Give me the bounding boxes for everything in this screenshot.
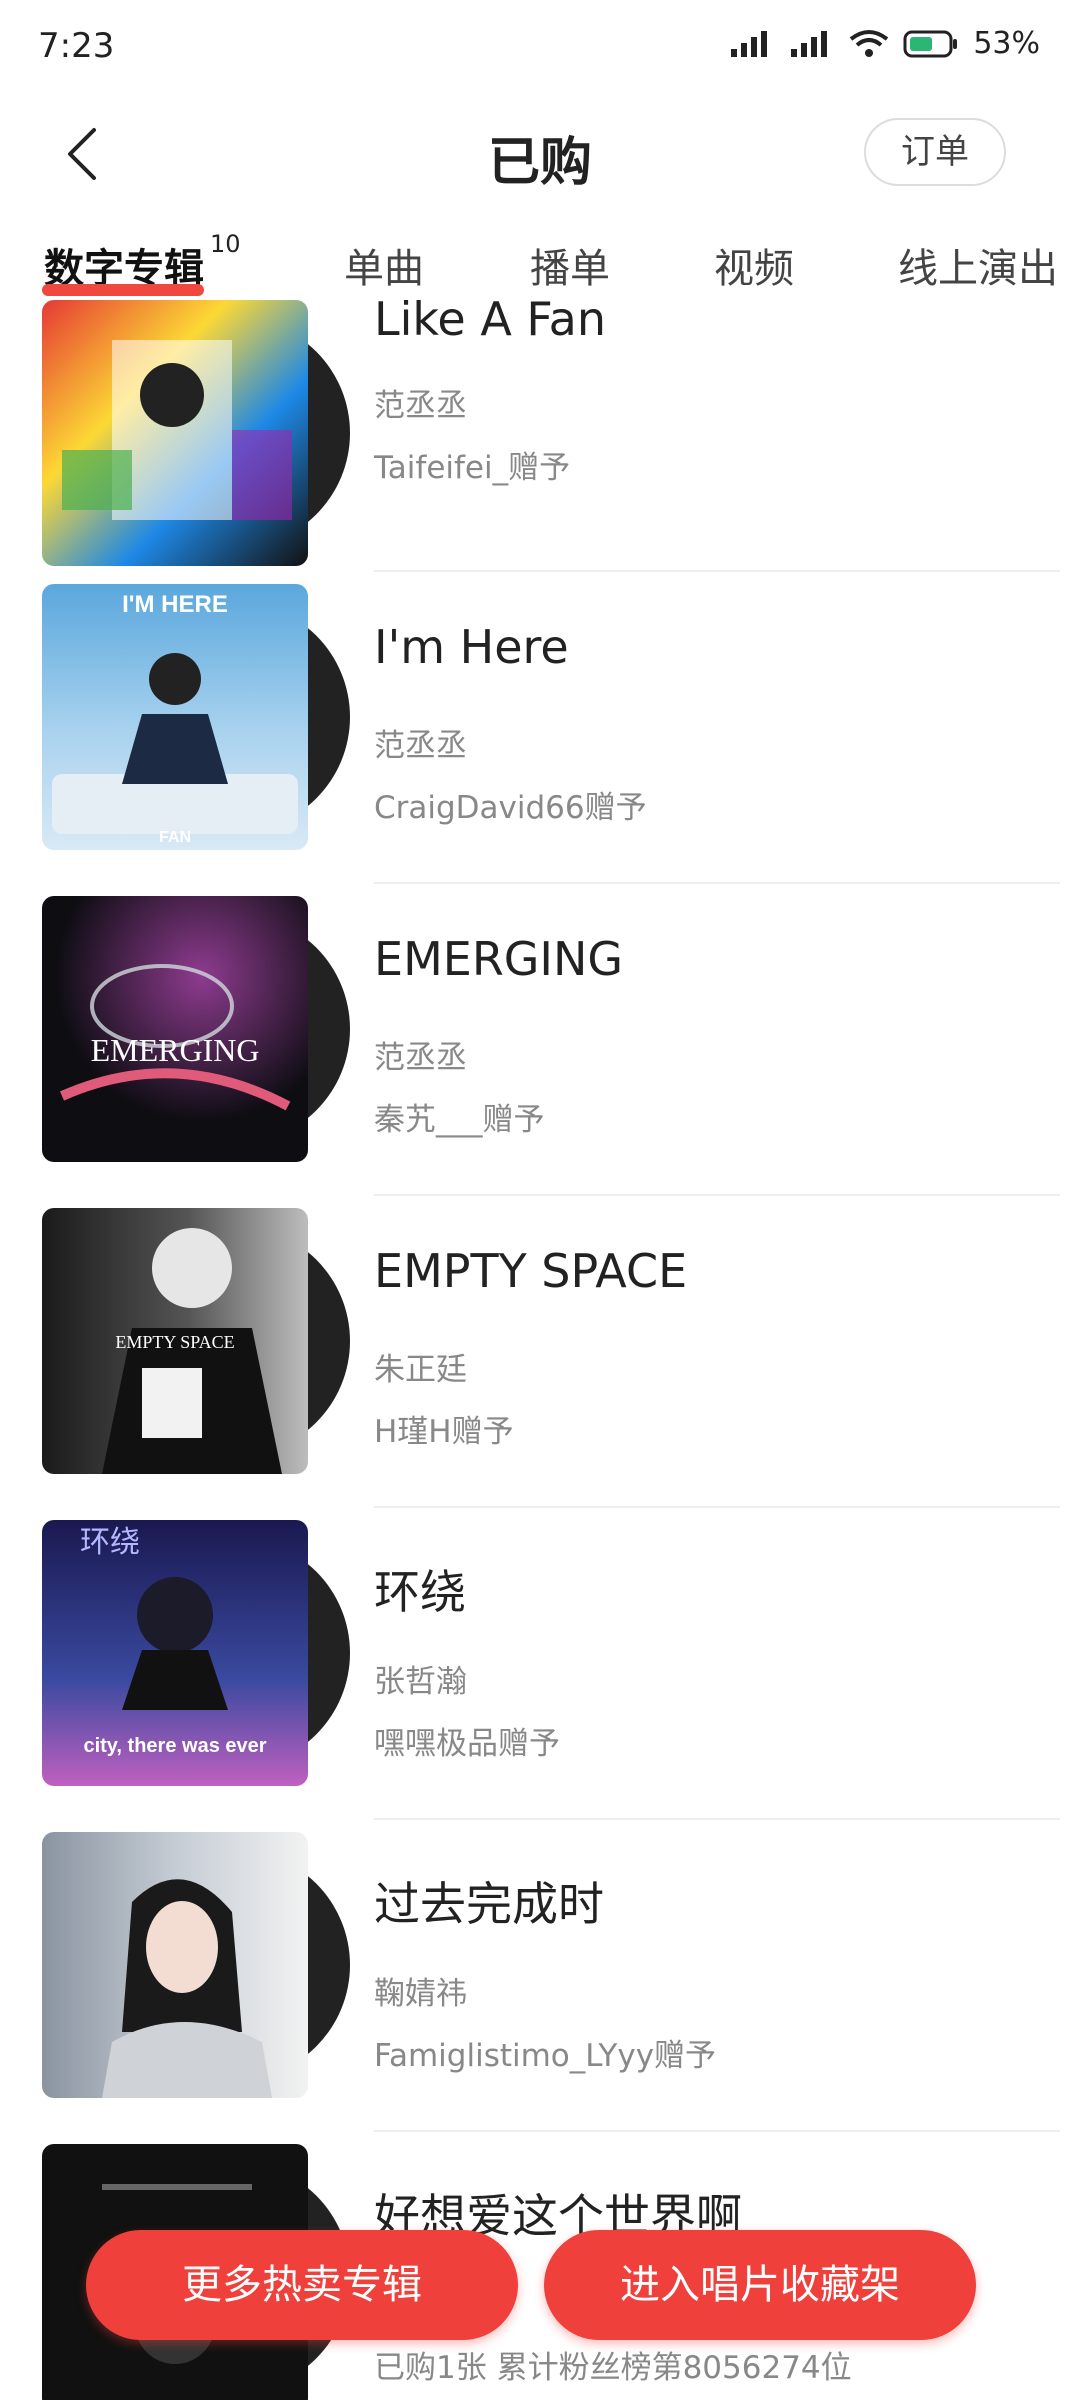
album-cover — [42, 1832, 308, 2098]
battery-percent: 53% — [973, 26, 1040, 61]
list-item[interactable]: EMPTY SPACE EMPTY SPACE 朱正廷 H瑾H赠予 — [0, 1208, 1080, 1518]
cover-text-bottom: city, there was ever — [83, 1735, 266, 1757]
cover-art: I'M HERE FAN — [52, 591, 298, 846]
album-cover: I'M HERE FAN — [42, 584, 308, 850]
gift-info: 秦艽___赠予 — [374, 1102, 545, 1138]
gift-info: 嘿嘿极品赠予 — [374, 1726, 560, 1762]
gift-info: Taifeifei_赠予 — [374, 450, 571, 486]
gift-info: CraigDavid66赠予 — [374, 790, 647, 826]
tab-videos[interactable]: 视频 — [714, 236, 794, 294]
album-artist: 范丞丞 — [374, 1040, 467, 1076]
cover-text-top: 环绕 — [80, 1525, 140, 1560]
active-tab-underline — [42, 284, 204, 296]
album-artist: 范丞丞 — [374, 728, 467, 764]
status-bar: 7:23 53% — [0, 0, 1080, 96]
list-item[interactable]: Like A Fan 范丞丞 Taifeifei_赠予 — [0, 300, 1080, 580]
tab-badge: 10 — [210, 230, 241, 258]
tab-singles[interactable]: 单曲 — [344, 236, 424, 294]
list-item[interactable]: I'M HERE FAN I'm Here 范丞丞 CraigDavid66赠予 — [0, 584, 1080, 894]
tab-playlists[interactable]: 播单 — [530, 236, 610, 294]
album-cover: 环绕 city, there was ever — [42, 1520, 308, 1786]
album-title: EMERGING — [374, 932, 624, 986]
album-title: 环绕 — [374, 1565, 466, 1619]
enter-record-shelf-button[interactable]: 进入唱片收藏架 — [544, 2230, 976, 2340]
cover-art: EMPTY SPACE — [102, 1228, 282, 1474]
cover-text-top: EMERGING — [91, 1032, 260, 1068]
album-artist: 朱正廷 — [374, 1352, 467, 1388]
battery-icon — [903, 30, 958, 57]
album-artist: 范丞丞 — [374, 388, 467, 424]
album-cover — [42, 300, 308, 566]
album-title: Like A Fan — [374, 300, 606, 346]
list-item[interactable]: 过去完成时 鞠婧祎 Famiglistimo_LYyy赠予 — [0, 1832, 1080, 2142]
album-artist: 张哲瀚 — [374, 1664, 467, 1700]
gift-info: 已购1张 累计粉丝榜第8056274位 — [374, 2350, 852, 2386]
order-button[interactable]: 订单 — [864, 118, 1006, 186]
signal-icon-2 — [791, 30, 828, 57]
cover-text-top: EMPTY SPACE — [115, 1332, 234, 1352]
gift-info: H瑾H赠予 — [374, 1414, 514, 1450]
album-title: EMPTY SPACE — [374, 1244, 688, 1298]
divider — [374, 882, 1060, 884]
cover-art: EMERGING — [59, 964, 291, 1111]
more-hot-albums-button[interactable]: 更多热卖专辑 — [86, 2230, 518, 2340]
tab-bar: 数字专辑 10 单曲 播单 视频 线上演出 — [0, 230, 1080, 302]
cover-text-top: I'M HERE — [122, 591, 228, 618]
gift-info: Famiglistimo_LYyy赠予 — [374, 2038, 717, 2074]
status-icons: 53% — [729, 26, 1040, 61]
album-title: 过去完成时 — [374, 1877, 604, 1931]
list-item[interactable]: EMERGING EMERGING 范丞丞 秦艽___赠予 — [0, 896, 1080, 1206]
title-bar: 已购 订单 — [0, 96, 1080, 216]
divider — [374, 570, 1060, 572]
album-artist: 鞠婧祎 — [374, 1976, 467, 2012]
status-time: 7:23 — [38, 26, 115, 66]
album-title: I'm Here — [374, 620, 569, 674]
cover-art: 环绕 city, there was ever — [80, 1525, 267, 1757]
cover-art — [102, 1879, 272, 2098]
signal-icon — [731, 30, 768, 57]
divider — [374, 2130, 1060, 2132]
album-list: Like A Fan 范丞丞 Taifeifei_赠予 I'M HERE FAN… — [0, 300, 1080, 2400]
divider — [374, 1194, 1060, 1196]
divider — [374, 1506, 1060, 1508]
divider — [374, 1818, 1060, 1820]
list-item[interactable]: 环绕 city, there was ever 环绕 张哲瀚 嘿嘿极品赠予 — [0, 1520, 1080, 1830]
tab-live-shows[interactable]: 线上演出 — [898, 236, 1058, 294]
cover-text-bottom: FAN — [159, 829, 191, 846]
album-cover: EMPTY SPACE — [42, 1208, 308, 1474]
wifi-icon — [850, 29, 889, 57]
album-cover: EMERGING — [42, 896, 308, 1162]
cover-art — [62, 340, 292, 520]
